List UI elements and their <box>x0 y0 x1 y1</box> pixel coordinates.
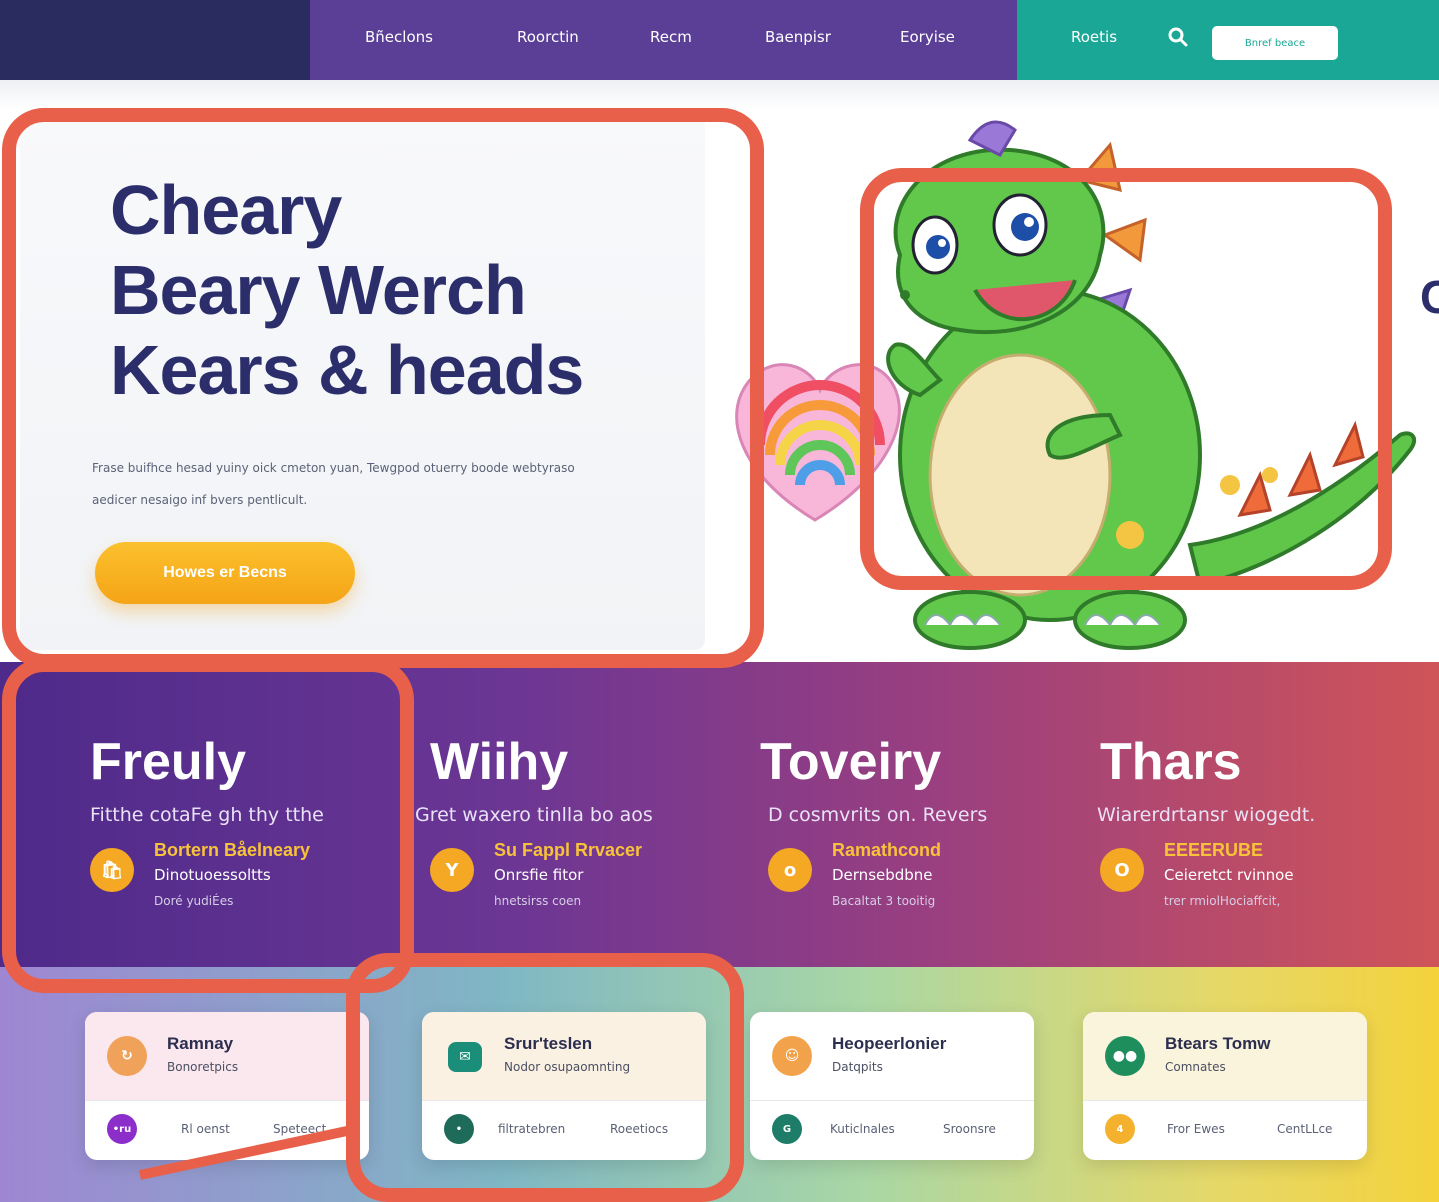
feature-heading: Thars <box>1100 733 1242 791</box>
annotation-box-card <box>346 953 744 1202</box>
feature-item-name: EEEERUBE <box>1164 840 1264 860</box>
badge-icon: •ru <box>107 1114 137 1144</box>
card-link-2[interactable]: Sroonsre <box>943 1122 996 1136</box>
card-subtitle: Bonoretpics <box>167 1060 239 1074</box>
user-icon: ☺ <box>772 1036 812 1076</box>
card-title: Heopeerlonier <box>832 1034 947 1053</box>
card-link-1[interactable]: Kuticlnales <box>830 1122 895 1136</box>
feature-column-4: Thars Wiarerdrtansr wiogedt. O EEEERUBE … <box>1097 728 1420 920</box>
card-title: Btears Tomw <box>1165 1034 1271 1053</box>
nav-link-5[interactable]: Eoryise <box>900 28 955 46</box>
g-icon: G <box>772 1114 802 1144</box>
feature-item-line-2: trer rmiolHociaffcit, <box>1164 894 1281 908</box>
card-link-2[interactable]: CentLLce <box>1277 1122 1332 1136</box>
nav-actions: Roetis Bnref beace <box>1017 0 1439 80</box>
feature-item-line-1: Ceieretct rvinnoe <box>1164 866 1294 884</box>
card-subtitle: Datqpits <box>832 1060 883 1074</box>
nav-links: Bñeclons Roorctin Recm Baenpisr Eoryise <box>310 0 1017 80</box>
number-icon: 4 <box>1105 1114 1135 1144</box>
feature-item-line-2: Bacaltat 3 tooitig <box>832 894 936 908</box>
chat-bubble-icon: ●● <box>1105 1036 1145 1076</box>
feature-item-name: Su Fappl Rrvacer <box>494 840 643 860</box>
feature-subtitle: D cosmvrits on. Revers <box>768 804 988 826</box>
nav-brand-area <box>0 0 310 80</box>
feature-item-line-2: hnetsirss coen <box>494 894 582 908</box>
circle-icon: o <box>768 848 812 892</box>
top-nav: Bñeclons Roorctin Recm Baenpisr Eoryise … <box>0 0 1439 80</box>
check-icon: Y <box>430 848 474 892</box>
feature-subtitle: Gret waxero tinlla bo aos <box>415 804 653 826</box>
card-link-1[interactable]: Rl oenst <box>181 1122 230 1136</box>
nav-link-2[interactable]: Roorctin <box>517 28 579 46</box>
nav-link-3[interactable]: Recm <box>650 28 692 46</box>
feature-column-2: Wiihy Gret waxero tinlla bo aos Y Su Fap… <box>415 728 750 920</box>
feature-subtitle: Wiarerdrtansr wiogedt. <box>1097 804 1316 826</box>
info-card-4[interactable]: ●● Btears Tomw Comnates 4 Fror Ewes Cent… <box>1083 1012 1367 1160</box>
nav-link-4[interactable]: Baenpisr <box>765 28 831 46</box>
feature-column-3: Toveiry D cosmvrits on. Revers o Ramathc… <box>760 728 1088 920</box>
card-link-1[interactable]: Fror Ewes <box>1167 1122 1225 1136</box>
feature-heading: Toveiry <box>760 733 942 791</box>
annotation-box-feature <box>2 658 414 993</box>
card-subtitle: Comnates <box>1165 1060 1226 1074</box>
feature-item-line-1: Dernsebdbne <box>832 866 933 884</box>
feature-item: Y Su Fappl Rrvacer Onrsfie fitor hnetsir… <box>430 840 750 920</box>
nav-link-1[interactable]: Bñeclons <box>365 28 433 46</box>
refresh-icon: ↻ <box>107 1036 147 1076</box>
annotation-box-hero <box>2 108 764 668</box>
card-title: Ramnay <box>167 1034 234 1053</box>
feature-item-line-1: Onrsfie fitor <box>494 866 584 884</box>
feature-item: o Ramathcond Dernsebdbne Bacaltat 3 tooi… <box>768 840 1088 920</box>
feature-heading: Wiihy <box>430 733 569 791</box>
annotation-box-mascot <box>860 168 1392 590</box>
feature-item: O EEEERUBE Ceieretct rvinnoe trer rmiolH… <box>1100 840 1420 920</box>
search-icon[interactable] <box>1167 26 1189 48</box>
card-divider <box>750 1100 1034 1101</box>
nav-cta-button[interactable]: Bnref beace <box>1212 26 1338 60</box>
ring-icon: O <box>1100 848 1144 892</box>
info-card-3[interactable]: ☺ Heopeerlonier Datqpits G Kuticlnales S… <box>750 1012 1034 1160</box>
nav-shadow <box>0 80 1439 110</box>
card-divider <box>85 1100 369 1101</box>
nav-link-right[interactable]: Roetis <box>1071 28 1117 46</box>
card-divider <box>1083 1100 1367 1101</box>
feature-item-name: Ramathcond <box>832 840 942 860</box>
